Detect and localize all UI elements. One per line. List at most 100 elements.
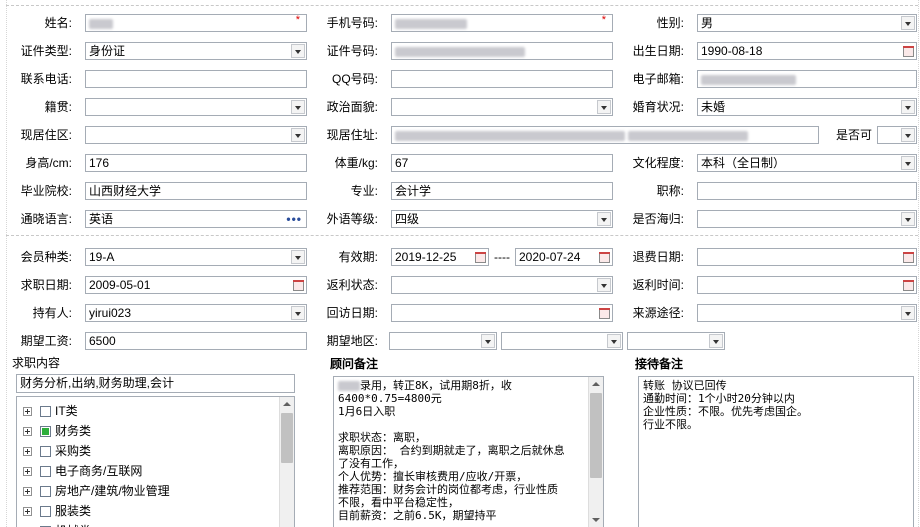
area-label: 期望地区: — [326, 334, 378, 348]
birth-value: 1990-08-18 — [701, 44, 763, 58]
phone-input[interactable]: * — [391, 14, 613, 32]
expand-icon[interactable] — [23, 507, 32, 517]
tree-scrollbar[interactable] — [279, 397, 294, 527]
notes-scrollbar[interactable] — [588, 377, 603, 527]
calendar-icon[interactable] — [901, 278, 915, 292]
email-input[interactable] — [697, 70, 917, 88]
address-label: 现居住址: — [326, 128, 378, 142]
tree-item[interactable]: 机械类 — [23, 521, 91, 527]
political-select[interactable] — [391, 98, 613, 116]
chevron-down-icon[interactable] — [291, 44, 305, 58]
scroll-up-icon[interactable] — [589, 377, 603, 391]
calendar-icon[interactable] — [901, 44, 915, 58]
chevron-down-icon[interactable] — [607, 334, 621, 348]
tree-item[interactable]: 财务类 — [23, 421, 91, 441]
school-input[interactable]: 山西财经大学 — [85, 182, 307, 200]
reception-notes-textarea[interactable]: 转账 协议已回传 通勤时间：1个小时20分钟以内 企业性质：不限。优先考虑国企。 行业… — [638, 376, 914, 527]
tree-item[interactable]: IT类 — [23, 401, 78, 421]
chevron-down-icon[interactable] — [481, 334, 495, 348]
checkbox[interactable] — [40, 486, 51, 498]
expand-icon[interactable] — [23, 467, 32, 477]
address-input[interactable] — [391, 126, 819, 144]
chevron-down-icon[interactable] — [901, 100, 915, 114]
job-category-tree[interactable]: IT类财务类采购类电子商务/互联网房地产/建筑/物业管理服装类机械类 — [16, 396, 295, 527]
lang-input[interactable]: 英语 ••• — [85, 210, 307, 228]
native-select[interactable] — [85, 98, 307, 116]
chevron-down-icon[interactable] — [901, 212, 915, 226]
tel-input[interactable] — [85, 70, 307, 88]
job-date-input[interactable]: 2009-05-01 — [85, 276, 307, 294]
id-type-select[interactable]: 身份证 — [85, 42, 307, 60]
checkbox[interactable] — [40, 506, 51, 518]
advisor-notes-textarea[interactable]: 录用，转正8K，试用期8折，收 6400*0.75=4800元 1月6日入职 求职状… — [333, 376, 604, 527]
source-select[interactable] — [697, 304, 917, 322]
scroll-thumb[interactable] — [590, 393, 602, 478]
redacted-name — [89, 18, 113, 29]
holder-select[interactable]: yirui023 — [85, 304, 307, 322]
chevron-down-icon[interactable] — [291, 100, 305, 114]
scroll-thumb[interactable] — [281, 413, 293, 463]
yesno-select[interactable] — [877, 126, 917, 144]
marital-select[interactable]: 未婚 — [697, 98, 917, 116]
note-line: 录用，转正8K，试用期8折，收 — [338, 379, 599, 392]
chevron-down-icon[interactable] — [901, 306, 915, 320]
checkbox[interactable] — [40, 406, 51, 418]
checkbox[interactable] — [40, 446, 51, 458]
chevron-down-icon[interactable] — [597, 100, 611, 114]
chevron-down-icon[interactable] — [709, 334, 723, 348]
title-input[interactable] — [697, 182, 917, 200]
major-input[interactable]: 会计学 — [391, 182, 613, 200]
tree-item[interactable]: 采购类 — [23, 441, 91, 461]
qq-input[interactable] — [391, 70, 613, 88]
calendar-icon[interactable] — [597, 250, 611, 264]
gender-label: 性别: — [656, 16, 684, 30]
edu-select[interactable]: 本科（全日制） — [697, 154, 917, 172]
expand-icon[interactable] — [23, 487, 32, 497]
calendar-icon[interactable] — [291, 278, 305, 292]
area-district-select[interactable] — [627, 332, 725, 350]
birth-date-input[interactable]: 1990-08-18 — [697, 42, 917, 60]
rebate-status-select[interactable] — [391, 276, 613, 294]
id-no-input[interactable] — [391, 42, 613, 60]
region-select[interactable] — [85, 126, 307, 144]
job-summary-input[interactable]: 财务分析,出纳,财务助理,会计 — [16, 374, 295, 393]
calendar-icon[interactable] — [473, 250, 487, 264]
area-province-select[interactable] — [389, 332, 497, 350]
valid-to-input[interactable]: 2020-07-24 — [515, 248, 613, 266]
chevron-down-icon[interactable] — [291, 128, 305, 142]
checkbox[interactable] — [40, 426, 51, 438]
gender-select[interactable]: 男 — [697, 14, 917, 32]
chevron-down-icon[interactable] — [291, 306, 305, 320]
height-input[interactable]: 176 — [85, 154, 307, 172]
expand-icon[interactable] — [23, 407, 32, 417]
id-type-label: 证件类型: — [20, 44, 72, 58]
salary-input[interactable]: 6500 — [85, 332, 307, 350]
checkbox[interactable] — [40, 466, 51, 478]
rebate-time-input[interactable] — [697, 276, 917, 294]
tree-item[interactable]: 房地产/建筑/物业管理 — [23, 481, 170, 501]
chevron-down-icon[interactable] — [901, 128, 915, 142]
chevron-down-icon[interactable] — [597, 278, 611, 292]
refund-date-input[interactable] — [697, 248, 917, 266]
scroll-down-icon[interactable] — [589, 513, 603, 527]
tree-item[interactable]: 电子商务/互联网 — [23, 461, 142, 481]
member-select[interactable]: 19-A — [85, 248, 307, 266]
expand-icon[interactable] — [23, 447, 32, 457]
overseas-select[interactable] — [697, 210, 917, 228]
name-input[interactable]: * — [85, 14, 307, 32]
chevron-down-icon[interactable] — [901, 156, 915, 170]
scroll-up-icon[interactable] — [280, 397, 294, 411]
area-city-select[interactable] — [501, 332, 623, 350]
calendar-icon[interactable] — [901, 250, 915, 264]
chevron-down-icon[interactable] — [901, 16, 915, 30]
valid-from-input[interactable]: 2019-12-25 — [391, 248, 489, 266]
calendar-icon[interactable] — [597, 306, 611, 320]
tree-item[interactable]: 服装类 — [23, 501, 91, 521]
chevron-down-icon[interactable] — [597, 212, 611, 226]
weight-input[interactable]: 67 — [391, 154, 613, 172]
chevron-down-icon[interactable] — [291, 250, 305, 264]
visit-date-input[interactable] — [391, 304, 613, 322]
lang-level-select[interactable]: 四级 — [391, 210, 613, 228]
more-icon[interactable]: ••• — [286, 211, 302, 227]
expand-icon[interactable] — [23, 427, 32, 437]
